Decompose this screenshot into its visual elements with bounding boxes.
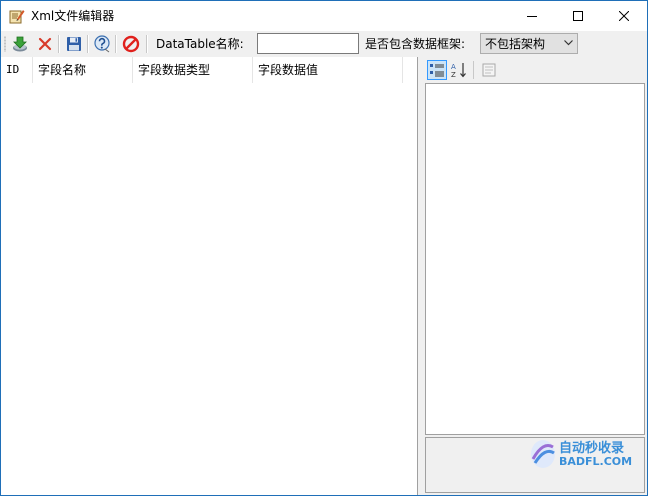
toolbar: DataTable名称: 是否包含数据框架: 不包括架构 [1, 31, 647, 57]
watermark-line1: 自动秒收录 [559, 441, 625, 456]
help-icon [94, 35, 110, 53]
close-button[interactable] [601, 1, 647, 31]
download-icon [13, 36, 27, 52]
close-icon [619, 11, 629, 21]
watermark-line2: BADFL.COM [559, 455, 633, 468]
floppy-disk-icon [67, 37, 81, 51]
watermark: 自动秒收录 BADFL.COM [529, 435, 633, 475]
column-header-id[interactable]: ID [1, 57, 33, 83]
alphabetical-sort-icon: A Z [451, 63, 466, 79]
import-button[interactable] [10, 34, 30, 54]
schema-select[interactable]: 不包括架构 [480, 33, 578, 54]
datatable-name-label: DataTable名称: [156, 37, 244, 51]
help-button[interactable] [92, 34, 112, 54]
alphabetical-sort-button[interactable]: A Z [449, 60, 469, 80]
minimize-button[interactable] [509, 1, 555, 31]
maximize-button[interactable] [555, 1, 601, 31]
delete-button[interactable] [35, 34, 55, 54]
property-grid-toolbar: A Z [423, 57, 647, 83]
schema-select-value: 不包括架构 [485, 37, 546, 51]
categorized-view-button[interactable] [427, 60, 447, 80]
title-bar[interactable]: Xml文件编辑器 [1, 1, 647, 31]
column-header-field-type[interactable]: 字段数据类型 [133, 57, 253, 83]
property-pages-icon [482, 63, 496, 77]
column-header-field-value[interactable]: 字段数据值 [253, 57, 403, 83]
chevron-down-icon [564, 40, 573, 46]
categorized-view-icon [430, 64, 444, 77]
window-title: Xml文件编辑器 [31, 9, 115, 23]
watermark-logo-icon [531, 440, 555, 468]
grid-header: ID 字段名称 字段数据类型 字段数据值 [1, 57, 403, 83]
data-grid[interactable]: ID 字段名称 字段数据类型 字段数据值 [1, 57, 418, 495]
toolbar-separator [146, 35, 148, 53]
close-x-icon [38, 37, 52, 51]
stop-button[interactable] [121, 34, 141, 54]
app-icon [9, 10, 25, 24]
toolbar-separator [87, 35, 89, 53]
property-pages-button[interactable] [479, 60, 499, 80]
main-window: Xml文件编辑器 DataTable名称: 是否包含数据框架: 不包括架构 ID… [0, 0, 648, 496]
toolbar-separator [115, 35, 117, 53]
schema-label: 是否包含数据框架: [365, 37, 466, 51]
toolbar-grip[interactable] [4, 36, 6, 52]
property-list[interactable] [425, 83, 645, 435]
maximize-icon [573, 11, 583, 21]
minimize-icon [527, 16, 537, 17]
toolbar-separator [58, 35, 60, 53]
save-button[interactable] [64, 34, 84, 54]
column-header-field-name[interactable]: 字段名称 [33, 57, 133, 83]
svg-text:A: A [451, 63, 456, 71]
svg-text:Z: Z [451, 71, 456, 79]
datatable-name-input[interactable] [257, 33, 359, 54]
no-entry-icon [122, 35, 140, 53]
property-grid: A Z [423, 57, 647, 495]
property-grid-separator [473, 61, 474, 79]
